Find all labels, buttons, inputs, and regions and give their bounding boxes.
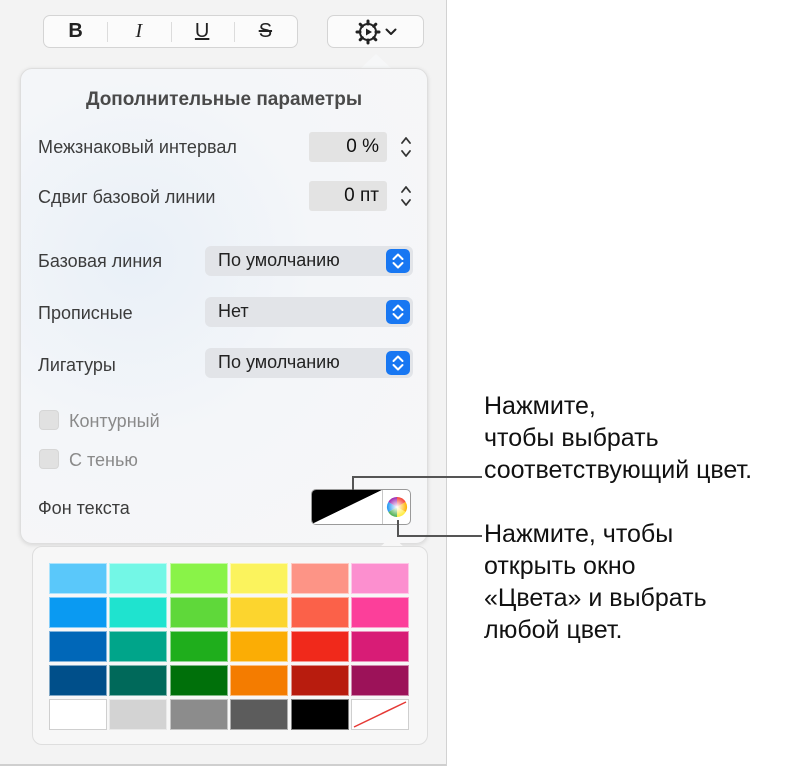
color-swatch[interactable] xyxy=(49,665,107,696)
callout-swatch-line-v xyxy=(352,476,354,490)
baseline-label: Базовая линия xyxy=(38,251,163,271)
ligatures-label: Лигатуры xyxy=(38,355,116,375)
color-swatch[interactable] xyxy=(230,631,289,662)
chevron-down-icon xyxy=(385,28,396,35)
baseline-select[interactable]: По умолчанию xyxy=(205,246,413,276)
color-swatch[interactable] xyxy=(169,597,228,628)
text-style-buttons: B I U S xyxy=(43,15,298,48)
capitalization-label: Прописные xyxy=(38,303,133,323)
popover-arrow xyxy=(360,54,392,69)
advanced-options-button[interactable] xyxy=(327,15,424,48)
color-swatch[interactable] xyxy=(290,597,349,628)
color-swatch[interactable] xyxy=(290,631,349,662)
color-swatch[interactable] xyxy=(169,665,228,696)
up-down-chevron-icon xyxy=(386,351,410,375)
color-swatch[interactable] xyxy=(49,631,107,662)
baseline-shift-field[interactable]: 0 пт xyxy=(309,181,387,211)
color-palette-popover xyxy=(32,546,428,745)
color-wheel-button[interactable] xyxy=(382,490,411,524)
color-swatch[interactable] xyxy=(230,699,289,730)
ligatures-select[interactable]: По умолчанию xyxy=(205,348,413,378)
callout-wheel-line-v xyxy=(397,520,399,536)
up-down-chevron-icon xyxy=(386,249,410,273)
color-swatch[interactable] xyxy=(109,699,168,730)
color-swatch[interactable] xyxy=(230,665,289,696)
ligatures-select-value: По умолчанию xyxy=(218,352,340,372)
callout-color-wheel: Нажмите, чтобы открыть окно «Цвета» и вы… xyxy=(484,520,707,644)
popover-title: Дополнительные параметры xyxy=(85,89,363,110)
strikethrough-button[interactable]: S xyxy=(233,20,297,43)
color-swatch[interactable] xyxy=(49,563,107,594)
text-background-label: Фон текста xyxy=(38,498,130,518)
color-swatch[interactable] xyxy=(351,665,409,696)
color-swatch[interactable] xyxy=(230,563,289,594)
capitalization-select[interactable]: Нет xyxy=(205,297,413,327)
color-swatch[interactable] xyxy=(351,631,409,662)
character-spacing-field[interactable]: 0 % xyxy=(309,132,387,162)
no-color-swatch[interactable] xyxy=(351,699,409,730)
advanced-options-popover: Дополнительные параметры Межзнаковый инт… xyxy=(20,68,428,544)
color-swatch-button[interactable] xyxy=(312,490,382,524)
color-swatch[interactable] xyxy=(290,665,349,696)
color-swatch[interactable] xyxy=(109,563,168,594)
color-swatch[interactable] xyxy=(290,563,349,594)
text-background-color-well xyxy=(311,489,411,525)
shadow-checkbox[interactable] xyxy=(39,449,59,469)
color-palette-grid xyxy=(49,563,411,730)
baseline-select-value: По умолчанию xyxy=(218,250,340,270)
shadow-label: С тенью xyxy=(69,450,138,470)
callout-swatch: Нажмите, чтобы выбрать соответствующий ц… xyxy=(484,392,753,484)
outline-checkbox[interactable] xyxy=(39,410,59,430)
color-swatch[interactable] xyxy=(49,699,107,730)
color-swatch[interactable] xyxy=(109,665,168,696)
color-swatch[interactable] xyxy=(109,631,168,662)
outline-label: Контурный xyxy=(69,411,160,431)
callout-wheel-line-h xyxy=(397,535,482,537)
color-swatch[interactable] xyxy=(109,597,168,628)
character-spacing-stepper[interactable] xyxy=(399,132,413,162)
color-swatch[interactable] xyxy=(49,597,107,628)
underline-button[interactable]: U xyxy=(170,20,234,43)
color-swatch[interactable] xyxy=(169,563,228,594)
color-swatch[interactable] xyxy=(230,597,289,628)
bold-button[interactable]: B xyxy=(44,20,107,43)
color-swatch[interactable] xyxy=(351,563,409,594)
capitalization-select-value: Нет xyxy=(218,301,249,321)
up-down-chevron-icon xyxy=(386,300,410,324)
italic-button[interactable]: I xyxy=(107,20,170,43)
color-swatch[interactable] xyxy=(169,631,228,662)
gear-icon xyxy=(355,19,380,44)
color-swatch[interactable] xyxy=(169,699,228,730)
character-spacing-label: Межзнаковый интервал xyxy=(38,137,237,157)
color-wheel-icon xyxy=(387,497,407,517)
color-swatch[interactable] xyxy=(290,699,349,730)
baseline-shift-label: Сдвиг базовой линии xyxy=(38,187,216,207)
callout-swatch-line-h xyxy=(352,476,482,478)
baseline-shift-stepper[interactable] xyxy=(399,181,413,211)
color-swatch[interactable] xyxy=(351,597,409,628)
